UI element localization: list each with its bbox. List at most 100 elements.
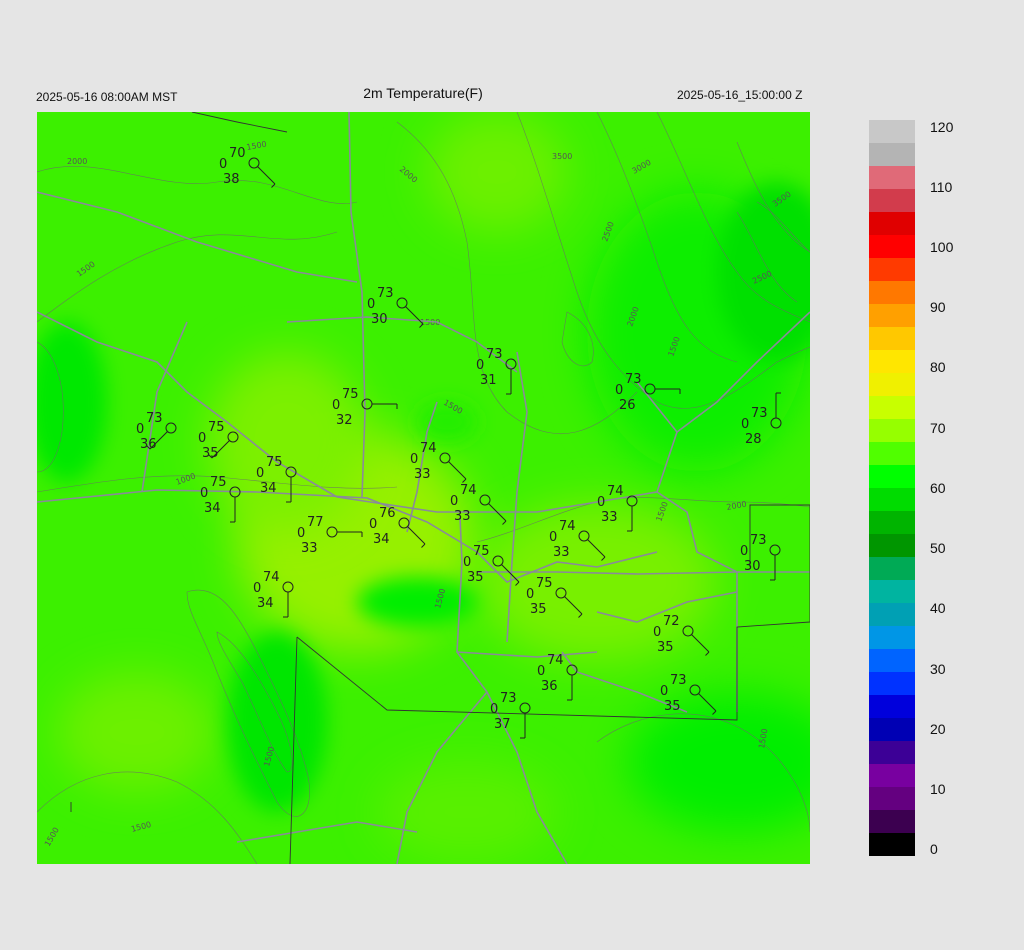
station-dewpoint: 36 [541,679,558,694]
colorbar-band [869,258,915,282]
colorbar-band [869,557,915,581]
station-dewpoint: 33 [553,545,570,560]
colorbar-band [869,626,915,650]
station-dewpoint: 35 [202,446,219,461]
station-temperature: 74 [420,441,437,456]
station-cloud-cover: 0 [597,495,605,510]
station-temperature: 73 [500,691,517,706]
station-dewpoint: 34 [204,501,221,516]
station-temperature: 75 [210,475,227,490]
colorbar-band [869,764,915,788]
colorbar-band [869,833,915,856]
colorbar-tick-label: 40 [930,600,946,616]
colorbar-band [869,120,915,144]
station-temperature: 74 [460,483,477,498]
colorbar-band [869,304,915,328]
station-dewpoint: 26 [619,398,636,413]
colorbar-band [869,810,915,834]
station-cloud-cover: 0 [615,383,623,398]
station-dewpoint: 30 [744,559,761,574]
station-cloud-cover: 0 [490,702,498,717]
station-cloud-cover: 0 [450,494,458,509]
colorbar-tick-label: 30 [930,661,946,677]
station-dewpoint: 35 [664,699,681,714]
station-dewpoint: 34 [257,596,274,611]
station-dewpoint: 30 [371,312,388,327]
station-cloud-cover: 0 [136,422,144,437]
colorbar-tick-label: 50 [930,540,946,556]
station-dewpoint: 35 [467,570,484,585]
station-cloud-cover: 0 [476,358,484,373]
station-temperature: 73 [377,286,394,301]
station-cloud-cover: 0 [653,625,661,640]
colorbar-tick-label: 70 [930,420,946,436]
station-temperature: 70 [229,146,246,161]
colorbar-band [869,235,915,259]
colorbar-band [869,488,915,512]
colorbar-tick-label: 0 [930,841,938,857]
station-temperature: 72 [663,614,680,629]
station-temperature: 74 [547,653,564,668]
station-temperature: 73 [750,533,767,548]
station-cloud-cover: 0 [537,664,545,679]
colorbar-band [869,603,915,627]
colorbar-band [869,718,915,742]
station-temperature: 75 [342,387,359,402]
station-dewpoint: 28 [745,432,762,447]
station-dewpoint: 33 [414,467,431,482]
colorbar-tick-label: 10 [930,781,946,797]
colorbar-band [869,189,915,213]
colorbar-tick-label: 100 [930,239,954,255]
station-dewpoint: 33 [301,541,318,556]
station-temperature: 76 [379,506,396,521]
station-dewpoint: 33 [601,510,618,525]
station-cloud-cover: 0 [549,530,557,545]
station-cloud-cover: 0 [463,555,471,570]
station-temperature: 75 [536,576,553,591]
station-cloud-cover: 0 [253,581,261,596]
station-cloud-cover: 0 [200,486,208,501]
colorbar-tick-label: 20 [930,721,946,737]
station-temperature: 75 [208,420,225,435]
colorbar [869,120,915,856]
contour-label: 2000 [67,157,87,166]
colorbar-band [869,741,915,765]
station-cloud-cover: 0 [256,466,264,481]
station-temperature: 73 [486,347,503,362]
station-temperature: 74 [263,570,280,585]
colorbar-band [869,350,915,374]
valid-time-utc: 2025-05-16_15:00:00 Z [677,88,803,102]
station-temperature: 74 [607,484,624,499]
colorbar-tick-label: 80 [930,359,946,375]
colorbar-tick-label: 60 [930,480,946,496]
station-dewpoint: 34 [373,532,390,547]
station-dewpoint: 32 [336,413,353,428]
station-dewpoint: 33 [454,509,471,524]
station-dewpoint: 35 [530,602,547,617]
station-temperature: 74 [559,519,576,534]
station-dewpoint: 34 [260,481,277,496]
colorbar-band [869,166,915,190]
station-cloud-cover: 0 [198,431,206,446]
station-cloud-cover: 0 [367,297,375,312]
station-cloud-cover: 0 [332,398,340,413]
station-dewpoint: 31 [480,373,497,388]
station-temperature: 73 [625,372,642,387]
station-temperature: 75 [473,544,490,559]
contour-label: 3500 [552,152,572,161]
station-temperature: 73 [751,406,768,421]
colorbar-band [869,465,915,489]
station-dewpoint: 35 [657,640,674,655]
station-cloud-cover: 0 [526,587,534,602]
colorbar-band [869,212,915,236]
colorbar-band [869,580,915,604]
colorbar-tick-label: 110 [930,179,953,195]
station-dewpoint: 36 [140,437,157,452]
colorbar-band [869,534,915,558]
colorbar-band [869,419,915,443]
station-temperature: 75 [266,455,283,470]
colorbar-band [869,281,915,305]
colorbar-band [869,511,915,535]
colorbar-tick-label: 120 [930,119,954,135]
station-temperature: 73 [146,411,163,426]
